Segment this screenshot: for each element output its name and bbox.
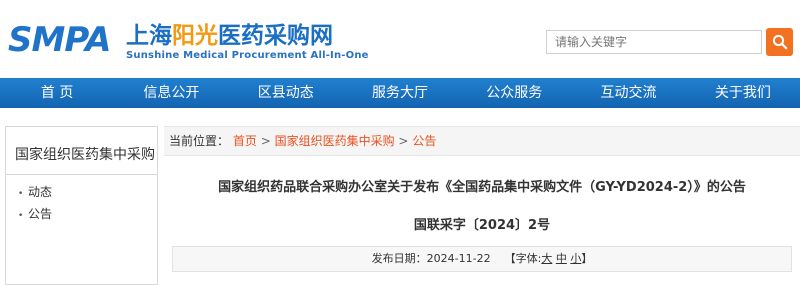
sidebar-title: 国家组织医药集中采购 [6,127,157,175]
breadcrumb-separator: > [260,134,271,148]
breadcrumb-separator: > [398,134,409,148]
nav-item-interaction[interactable]: 互动交流 [571,78,685,108]
article-doc-number: 国联采字〔2024〕2号 [413,218,551,233]
font-size-label-open: 【字体: [504,252,542,265]
bullet-icon: • [18,189,24,199]
logo-cn-part1: 上海 [126,23,172,49]
font-size-medium-button[interactable]: 中 [556,252,567,265]
breadcrumb-current-link[interactable]: 公告 [412,134,436,148]
publish-date: 2024-11-22 [426,252,491,265]
sidebar: 国家组织医药集中采购 • 动态 • 公告 [5,126,158,285]
sidebar-item-label: 公告 [28,207,53,221]
logo-cn-part3: 医药采购网 [218,23,333,49]
breadcrumb-category-link[interactable]: 国家组织医药集中采购 [275,134,395,148]
breadcrumb-home-link[interactable]: 首页 [233,134,257,148]
bullet-icon: • [18,211,24,221]
nav-item-home[interactable]: 首 页 [0,78,114,108]
sidebar-item-label: 动态 [28,185,53,199]
nav-item-public-service[interactable]: 公众服务 [457,78,571,108]
publish-date-label: 发布日期： [371,252,427,265]
nav-item-service-hall[interactable]: 服务大厅 [343,78,457,108]
font-size-label-close: 】 [581,252,593,265]
site-header: SMPA 上海阳光医药采购网 Sunshine Medical Procurem… [0,0,800,78]
sidebar-list: • 动态 • 公告 [6,175,157,225]
nav-item-info-disclosure[interactable]: 信息公开 [114,78,228,108]
sidebar-item-announcements[interactable]: • 公告 [6,203,157,225]
font-size-large-button[interactable]: 大 [541,252,552,265]
breadcrumb-label: 当前位置： [169,134,230,148]
font-size-small-button[interactable]: 小 [570,252,581,265]
main-nav: 首 页 信息公开 区县动态 服务大厅 公众服务 互动交流 关于我们 [0,78,800,108]
nav-item-about-us[interactable]: 关于我们 [686,78,800,108]
logo-cn-part2: 阳光 [172,23,218,49]
logo-chinese-name: 上海阳光医药采购网 [126,22,333,50]
site-logo[interactable]: SMPA 上海阳光医药采购网 Sunshine Medical Procurem… [8,20,368,64]
sidebar-item-news[interactable]: • 动态 [6,181,157,203]
search-input[interactable] [546,30,762,54]
logo-english-name: Sunshine Medical Procurement All-In-One [126,50,369,61]
logo-abbr: SMPA [8,20,111,60]
breadcrumb: 当前位置： 首页 > 国家组织医药集中采购 > 公告 [164,126,800,156]
search-icon [772,34,787,50]
article-title: 国家组织药品联合采购办公室关于发布《全国药品集中采购文件（GY-YD2024-2… [218,180,746,195]
search-button[interactable] [766,28,793,56]
nav-item-district-news[interactable]: 区县动态 [229,78,343,108]
article-meta-bar: 发布日期：2024-11-22 【字体:大 中 小】 [172,246,792,272]
main-content: 当前位置： 首页 > 国家组织医药集中采购 > 公告 国家组织药品联合采购办公室… [164,126,800,285]
